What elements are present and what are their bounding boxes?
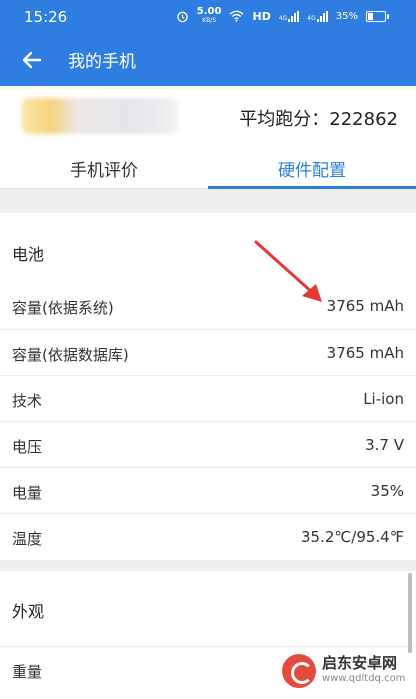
hd-badge: HD	[252, 9, 271, 23]
spec-row: 温度 35.2℃/95.4℉	[0, 513, 416, 560]
spec-value: 3765 mAh	[326, 297, 404, 315]
signal-bars-icon	[316, 10, 328, 22]
tab-phone-review[interactable]: 手机评价	[0, 148, 208, 188]
section-title-appearance: 外观	[12, 602, 45, 621]
spec-label: 电压	[12, 438, 43, 456]
spec-value: Li-ion	[363, 390, 404, 408]
net-speed: 5.00 KB/S	[196, 6, 222, 25]
battery-icon	[366, 10, 389, 22]
watermark: 启东安卓网 www.qdltdq.com	[282, 651, 410, 691]
spec-row: 电压 3.7 V	[0, 421, 416, 468]
watermark-logo-icon	[282, 654, 316, 688]
watermark-url: www.qdltdq.com	[322, 673, 406, 684]
page-title: 我的手机	[68, 52, 136, 72]
back-arrow-icon[interactable]	[18, 46, 46, 74]
signal-4g-1: 4G	[279, 10, 300, 22]
signal-4g-2: 4G	[307, 10, 328, 22]
signal-bars-icon	[288, 10, 300, 22]
status-icons: 5.00 KB/S HD 4G 4G 35%	[176, 6, 389, 25]
alarm-icon	[177, 11, 188, 22]
status-time: 15:26	[24, 8, 68, 26]
spec-label: 温度	[12, 530, 43, 548]
wifi-icon	[229, 10, 245, 22]
watermark-title: 启东安卓网	[322, 654, 398, 672]
red-arrow-annotation	[254, 240, 322, 302]
device-name-blurred	[22, 98, 178, 134]
spec-value: 3765 mAh	[326, 344, 404, 362]
spec-value: 3.7 V	[365, 436, 404, 454]
average-score: 平均跑分：222862	[239, 109, 398, 130]
spec-row: 容量(依据系统) 3765 mAh	[0, 283, 416, 329]
spec-label: 容量(依据系统)	[12, 299, 114, 317]
scrollbar[interactable]	[408, 573, 412, 653]
spec-label: 重量	[12, 663, 43, 681]
spec-label: 容量(依据数据库)	[12, 346, 129, 364]
battery-percent: 35%	[335, 10, 358, 22]
spec-label: 电量	[12, 484, 43, 502]
device-header: 平均跑分：222862	[0, 86, 416, 148]
status-bar: 15:26 5.00 KB/S HD 4G 4G 35%	[0, 0, 416, 34]
spec-value: 35%	[370, 482, 404, 500]
spec-row: 电量 35%	[0, 467, 416, 514]
battery-section: 电池 容量(依据系统) 3765 mAh 容量(依据数据库) 3765 mAh …	[0, 213, 416, 560]
tab-bar: 手机评价 硬件配置	[0, 148, 416, 189]
spec-row: 技术 Li-ion	[0, 375, 416, 422]
section-title-battery: 电池	[12, 245, 45, 264]
app-bar: 我的手机	[0, 34, 416, 86]
tab-hardware-config[interactable]: 硬件配置	[208, 148, 416, 189]
spec-row: 容量(依据数据库) 3765 mAh	[0, 329, 416, 376]
spec-value: 35.2℃/95.4℉	[301, 528, 404, 546]
spec-label: 技术	[12, 392, 43, 410]
